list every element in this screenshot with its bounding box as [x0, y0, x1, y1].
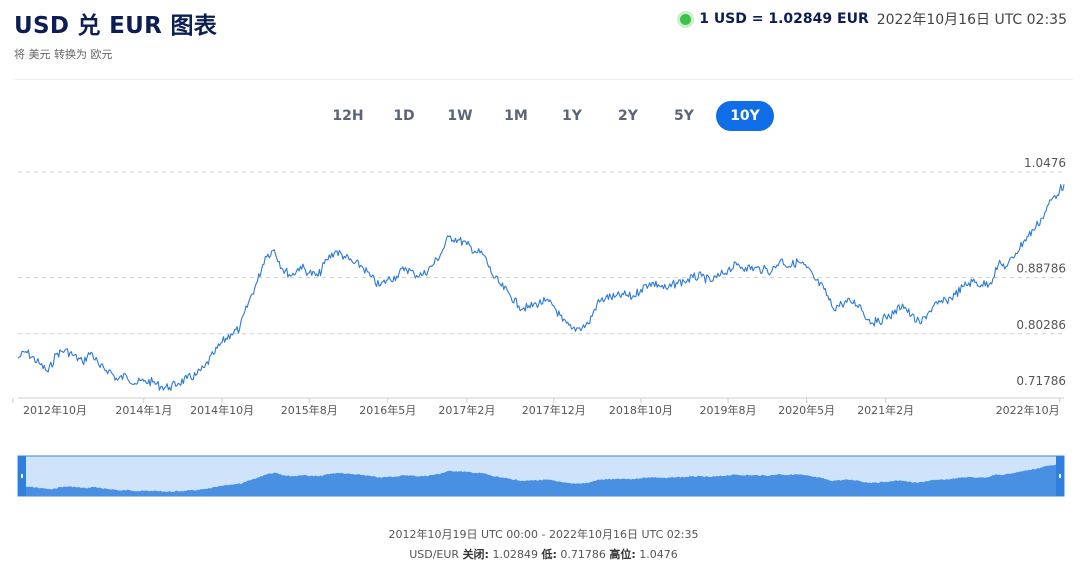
handle-grip-icon — [1059, 474, 1061, 478]
close-value: 1.02849 — [492, 548, 538, 561]
x-tick-label: 2012年10月 — [23, 403, 87, 417]
page-title: USD 兑 EUR 图表 — [14, 13, 218, 39]
x-tick-label: 2017年2月 — [438, 403, 495, 417]
tab-10y[interactable]: 10Y — [716, 101, 774, 131]
page-subtitle: 将 美元 转换为 欧元 — [14, 48, 113, 61]
x-tick-label: 2018年10月 — [609, 403, 673, 417]
y-tick-label: 0.80286 — [1016, 318, 1066, 332]
x-tick-label: 2014年1月 — [115, 403, 172, 417]
exchange-rate-chart[interactable]: 0.71786 0.80286 0.88786 1.0476 2012年10月 2014年… — [0, 150, 1087, 422]
timeframe-tabs: 12H 1D 1W 1M 1Y 2Y 5Y 10Y — [322, 101, 774, 131]
x-tick-label: 2021年2月 — [857, 403, 914, 417]
x-tick-label: 2015年8月 — [281, 403, 338, 417]
x-tick-label: 2014年10月 — [190, 403, 254, 417]
x-tick-label: 2017年12月 — [522, 403, 586, 417]
live-rate: 1 USD = 1.02849 EUR 2022年10月16日 UTC 02:3… — [680, 9, 1067, 29]
y-tick-label: 0.88786 — [1016, 262, 1066, 276]
tab-12h[interactable]: 12H — [322, 101, 374, 131]
tab-2y[interactable]: 2Y — [602, 101, 654, 131]
rate-timestamp: 2022年10月16日 UTC 02:35 — [876, 12, 1067, 28]
live-indicator-icon — [680, 13, 692, 25]
x-tick-label: 2019年8月 — [700, 403, 757, 417]
header-divider — [14, 79, 1073, 80]
footer-pair: USD/EUR — [409, 548, 460, 561]
tab-5y[interactable]: 5Y — [658, 101, 710, 131]
close-label: 关闭: — [462, 548, 489, 561]
x-tick-label: 2022年10月 — [996, 403, 1060, 417]
range-navigator[interactable] — [0, 452, 1087, 500]
x-tick-label: 2016年5月 — [359, 403, 416, 417]
y-tick-label: 0.71786 — [1016, 374, 1066, 388]
footer-range: 2012年10月19日 UTC 00:00 - 2022年10月16日 UTC … — [388, 528, 699, 541]
tab-1m[interactable]: 1M — [490, 101, 542, 131]
tab-1w[interactable]: 1W — [434, 101, 486, 131]
high-label: 高位: — [609, 548, 636, 561]
high-value: 1.0476 — [639, 548, 678, 561]
rate-series-line — [17, 184, 1065, 391]
low-value: 0.71786 — [560, 548, 606, 561]
handle-grip-icon — [21, 474, 23, 478]
x-tick-label: 2020年5月 — [778, 403, 835, 417]
footer-stats: USD/EUR 关闭: 1.02849 低: 0.71786 高位: 1.047… — [0, 546, 1087, 562]
tab-1y[interactable]: 1Y — [546, 101, 598, 131]
y-tick-label: 1.0476 — [1024, 156, 1066, 170]
tab-1d[interactable]: 1D — [378, 101, 430, 131]
rate-value: 1 USD = 1.02849 EUR — [699, 11, 869, 27]
low-label: 低: — [541, 548, 557, 561]
